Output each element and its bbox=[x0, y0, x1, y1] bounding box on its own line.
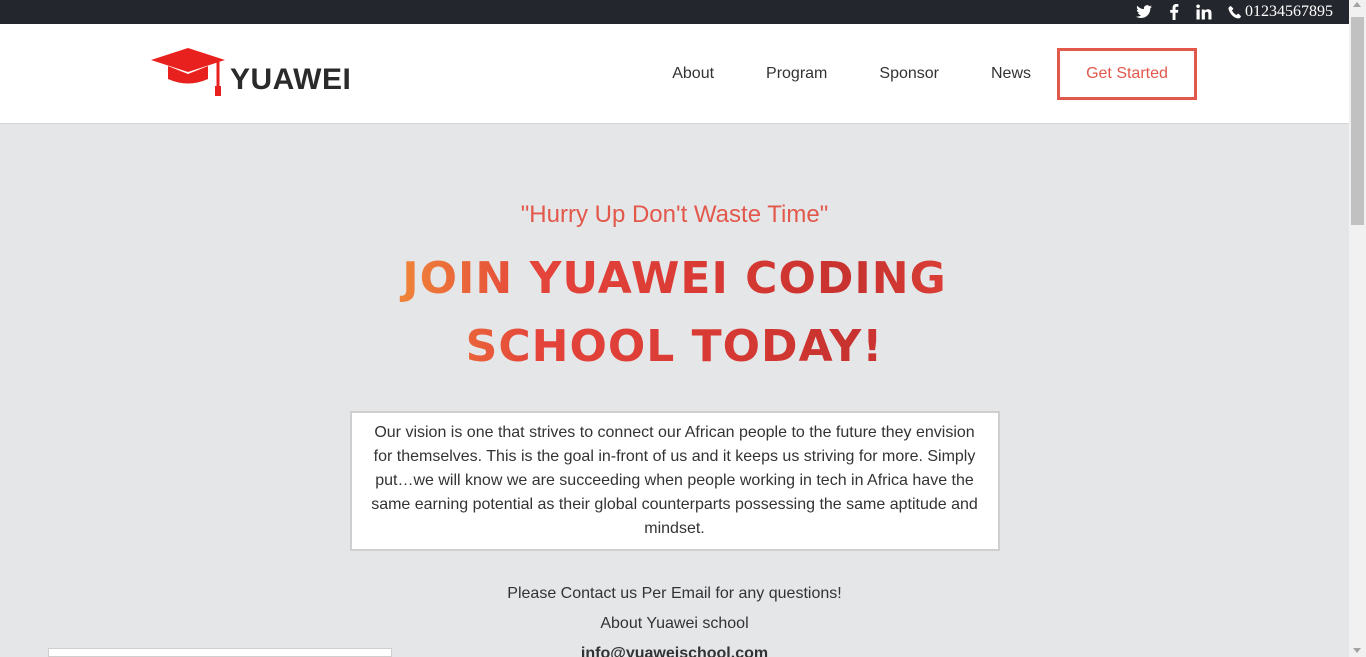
nav-about[interactable]: About bbox=[672, 65, 714, 83]
graduation-cap-icon bbox=[150, 46, 228, 103]
top-bar: 01234567895 bbox=[0, 0, 1349, 24]
scroll-down-arrow-icon[interactable] bbox=[1353, 648, 1361, 653]
hero-section: "Hurry Up Don't Waste Time" JOIN YUAWEI … bbox=[0, 125, 1349, 657]
scrollbar-thumb[interactable] bbox=[1351, 17, 1364, 225]
nav-news[interactable]: News bbox=[991, 65, 1031, 83]
headline-line-1: JOIN YUAWEI CODING bbox=[402, 253, 947, 304]
main-nav: About Program Sponsor News Get Started bbox=[672, 48, 1197, 100]
about-text: About Yuawei school bbox=[600, 615, 749, 632]
contact-text: Please Contact us Per Email for any ques… bbox=[507, 585, 842, 602]
vision-box: Our vision is one that strives to connec… bbox=[349, 411, 1000, 551]
hero-headline: JOIN YUAWEI CODING SCHOOL TODAY! bbox=[355, 245, 995, 381]
nav-sponsor[interactable]: Sponsor bbox=[879, 65, 939, 83]
twitter-icon[interactable] bbox=[1136, 4, 1152, 20]
email-link[interactable]: info@yuaweischool.com bbox=[581, 645, 768, 657]
hero-quote: "Hurry Up Don't Waste Time" bbox=[520, 201, 829, 228]
logo-text: YUAWEI bbox=[230, 62, 352, 96]
phone-number: 01234567895 bbox=[1245, 3, 1333, 20]
logo[interactable]: YUAWEI bbox=[150, 46, 351, 103]
headline-line-2: SCHOOL TODAY! bbox=[465, 321, 884, 372]
site-header: YUAWEI About Program Sponsor News Get St… bbox=[0, 24, 1349, 124]
page-scrollbar[interactable] bbox=[1349, 0, 1366, 657]
get-started-button[interactable]: Get Started bbox=[1057, 48, 1197, 100]
phone-icon bbox=[1226, 4, 1242, 20]
facebook-icon[interactable] bbox=[1166, 4, 1182, 20]
contact-section: Please Contact us Per Email for any ques… bbox=[0, 579, 1349, 657]
phone-contact[interactable]: 01234567895 bbox=[1226, 3, 1333, 21]
taskbar-fragment bbox=[48, 648, 392, 657]
scroll-up-arrow-icon[interactable] bbox=[1353, 2, 1361, 7]
linkedin-icon[interactable] bbox=[1196, 4, 1212, 20]
nav-program[interactable]: Program bbox=[766, 65, 827, 83]
